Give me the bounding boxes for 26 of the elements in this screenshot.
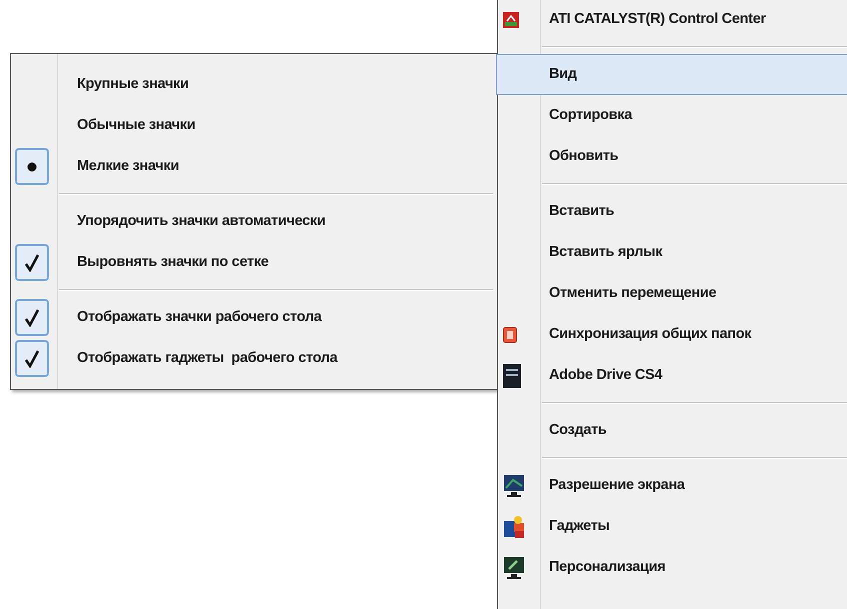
drive-icon	[503, 364, 521, 388]
menu-item[interactable]: Создать	[498, 410, 847, 451]
menu-item[interactable]: Вставить ярлык	[498, 232, 847, 273]
menu-item[interactable]: ATI CATALYST(R) Control Center	[498, 0, 847, 40]
menu-item[interactable]: Отображать значки рабочего стола	[11, 297, 497, 338]
menu-item[interactable]: Выровнять значки по сетке	[11, 242, 497, 283]
gadgets-icon	[503, 514, 525, 538]
monitor-brush-icon	[503, 556, 525, 580]
menu-item[interactable]: Разрешение экрана	[498, 465, 847, 506]
menu-item[interactable]: Синхронизация общих папок	[498, 314, 847, 355]
menu-item[interactable]: Вставить	[498, 191, 847, 232]
menu-item[interactable]: Отменить перемещение	[498, 273, 847, 314]
menu-item[interactable]: Мелкие значки	[11, 146, 497, 187]
menu-item[interactable]: Гаджеты	[498, 506, 847, 547]
menu-item[interactable]: Упорядочить значки автоматически	[11, 201, 497, 242]
menu-item[interactable]: Сортировка	[498, 95, 847, 136]
menu-item[interactable]: Обычные значки	[11, 105, 497, 146]
menu-item[interactable]: Adobe Drive CS4	[498, 355, 847, 396]
tile-icon	[503, 326, 517, 342]
monitor-icon	[503, 474, 525, 498]
menu-item[interactable]: Отображать гаджеты рабочего стола	[11, 338, 497, 379]
logo-icon	[503, 12, 519, 28]
menu-item[interactable]: Крупные значки	[11, 64, 497, 105]
menu-item[interactable]: Персонализация	[498, 547, 847, 588]
menu-item[interactable]: Вид	[496, 54, 847, 95]
menu-item[interactable]: Обновить	[498, 136, 847, 177]
